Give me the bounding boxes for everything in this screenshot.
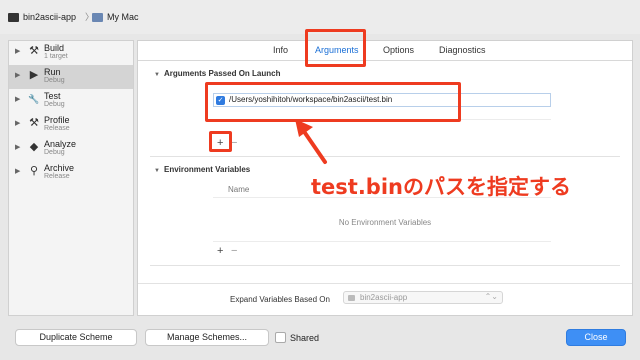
remove-env-button[interactable]: − [231, 246, 237, 257]
disclosure-triangle-icon[interactable]: ▼ [154, 72, 164, 78]
app-icon [348, 295, 355, 301]
footer-divider [138, 283, 632, 284]
archive-icon: ⚲ [29, 165, 39, 177]
tab-info[interactable]: Info [273, 45, 288, 57]
sidebar-item-label: Analyze [44, 139, 77, 149]
scheme-name: bin2ascii-app [23, 12, 77, 22]
tab-diagnostics[interactable]: Diagnostics [439, 45, 486, 57]
annotation-text: test.binのパスを指定する [311, 175, 571, 199]
arguments-section-title: Arguments Passed On Launch [164, 69, 281, 78]
sidebar-item-label: Build [44, 43, 65, 53]
section-divider [150, 156, 620, 157]
list-divider [213, 241, 551, 242]
mac-icon [92, 12, 103, 22]
play-icon: ▶ [29, 69, 39, 81]
environment-section-header[interactable]: ▼ Environment Variables [154, 165, 250, 174]
disclosure-icon[interactable]: ▶ [15, 143, 20, 151]
shared-checkbox[interactable] [275, 332, 286, 343]
sidebar-item-profile[interactable]: ▶ ⚒ Profile Release [9, 113, 133, 137]
sidebar-item-build[interactable]: ▶ ⚒ Build 1 target [9, 41, 133, 65]
app-icon [8, 12, 19, 22]
shared-label: Shared [290, 333, 320, 343]
scheme-action-sidebar: ▶ ⚒ Build 1 target ▶ ▶ Run Debug ▶ 🔧 Tes… [8, 40, 134, 316]
sidebar-item-sublabel: Debug [44, 77, 65, 84]
expand-variables-value: bin2ascii-app [360, 293, 408, 302]
disclosure-icon[interactable]: ▶ [15, 47, 20, 55]
add-env-button[interactable]: + [217, 246, 223, 257]
duplicate-scheme-button[interactable]: Duplicate Scheme [15, 329, 137, 346]
sidebar-item-label: Archive [44, 163, 75, 173]
disclosure-icon[interactable]: ▶ [15, 71, 20, 79]
disclosure-triangle-icon[interactable]: ▼ [154, 168, 164, 174]
disclosure-icon[interactable]: ▶ [15, 119, 20, 127]
sidebar-item-archive[interactable]: ▶ ⚲ Archive Release [9, 161, 133, 185]
sidebar-item-sublabel: Debug [44, 149, 65, 156]
environment-section-title: Environment Variables [164, 165, 251, 174]
expand-variables-select[interactable]: bin2ascii-app ⌃⌄ [343, 291, 503, 304]
sidebar-item-label: Test [44, 91, 61, 101]
expand-variables-label: Expand Variables Based On [230, 295, 330, 304]
sidebar-item-sublabel: Debug [44, 101, 65, 108]
highlight-arguments-tab [305, 29, 366, 67]
destination-name: My Mac [107, 12, 139, 22]
scheme-selector[interactable]: bin2ascii-app [8, 9, 76, 25]
sidebar-item-analyze[interactable]: ▶ ◆ Analyze Debug [9, 137, 133, 161]
sidebar-item-run[interactable]: ▶ ▶ Run Debug [9, 65, 133, 89]
sidebar-item-sublabel: 1 target [44, 53, 68, 60]
sidebar-item-label: Profile [44, 115, 70, 125]
chevron-updown-icon: ⌃⌄ [484, 292, 498, 301]
empty-environment-text: No Environment Variables [338, 218, 432, 227]
wrench-icon: 🔧 [28, 94, 40, 104]
arguments-section-header[interactable]: ▼ Arguments Passed On Launch [154, 69, 280, 78]
sidebar-item-label: Run [44, 67, 61, 77]
disclosure-icon[interactable]: ▶ [15, 167, 20, 175]
tools-icon: ⚒ [29, 117, 39, 129]
highlight-add-button [209, 131, 232, 152]
highlight-argument-row [205, 82, 461, 122]
analyze-icon: ◆ [29, 141, 39, 153]
disclosure-icon[interactable]: ▶ [15, 95, 20, 103]
tab-options[interactable]: Options [383, 45, 414, 57]
sidebar-item-test[interactable]: ▶ 🔧 Test Debug [9, 89, 133, 113]
sidebar-item-sublabel: Release [44, 125, 70, 132]
manage-schemes-button[interactable]: Manage Schemes... [145, 329, 269, 346]
sidebar-item-sublabel: Release [44, 173, 70, 180]
destination-selector[interactable]: My Mac [92, 9, 139, 25]
section-divider [150, 265, 620, 266]
env-column-name[interactable]: Name [228, 185, 249, 194]
close-button[interactable]: Close [566, 329, 626, 346]
annotation-arrow [295, 119, 327, 164]
hammer-icon: ⚒ [29, 45, 39, 57]
tab-strip: Info Arguments Options Diagnostics [138, 41, 632, 61]
